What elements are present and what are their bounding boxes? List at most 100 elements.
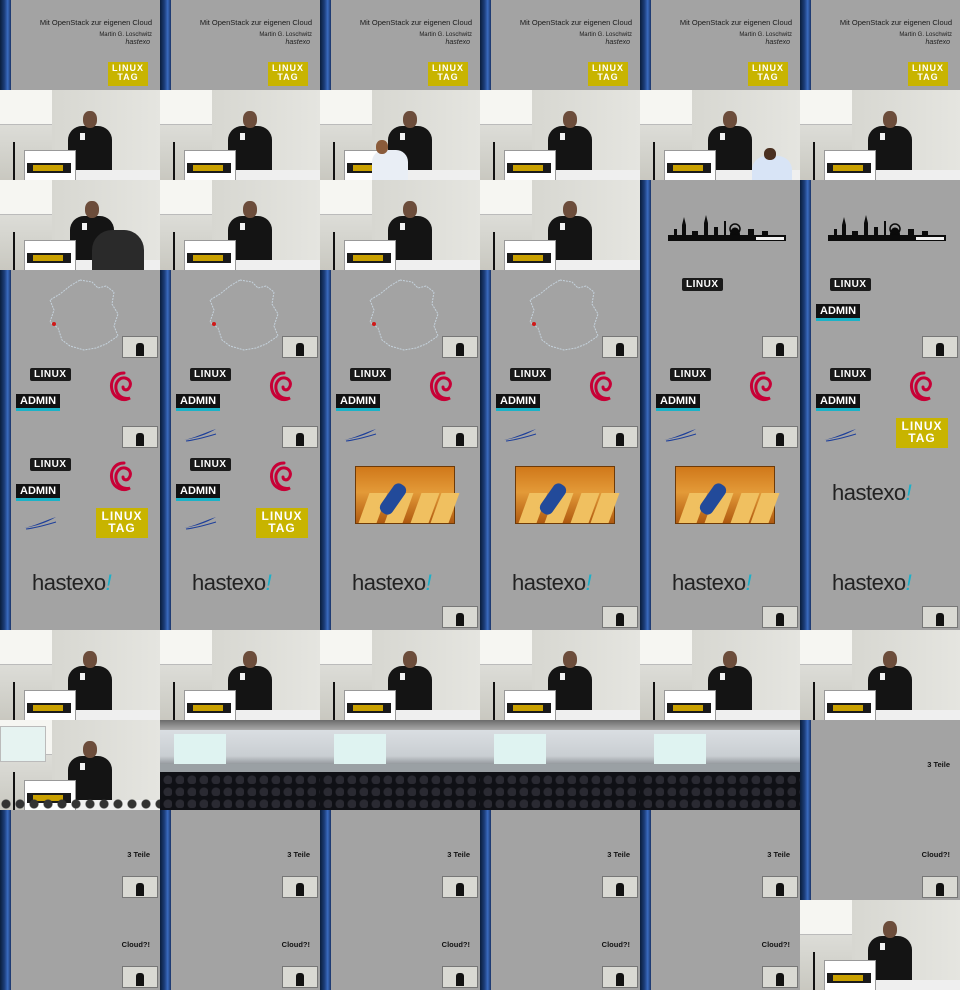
microphone-stand [13, 232, 15, 270]
admin-magazine-logo: ADMIN [816, 304, 861, 321]
microphone-stand [333, 682, 335, 720]
talk-title: Mit OpenStack zur eigenen Cloud [359, 18, 472, 27]
blue-sidebar-stripe [640, 900, 651, 990]
linux-magazine-logo: LINUX [830, 368, 871, 381]
podium-with-sign [824, 690, 876, 720]
sponsor-logos-slide: LINUX ADMIN LINUX TAG [800, 360, 960, 450]
auditorium-photo [640, 720, 800, 810]
blue-sidebar-stripe [640, 180, 651, 270]
speaker-head [723, 111, 737, 128]
debian-swirl-icon [108, 370, 138, 404]
blue-sidebar-stripe [480, 810, 491, 900]
linux-tag-logo: LINUX TAG [256, 508, 308, 538]
debian-swirl-icon [588, 370, 618, 404]
blue-sidebar-stripe [0, 900, 11, 990]
speaker-head [883, 651, 897, 668]
speaker-name: Martin G. Loschwitz [579, 32, 632, 38]
microphone-stand [653, 682, 655, 720]
podium-with-sign [664, 150, 716, 180]
agenda-slide: 3 Teile [320, 810, 480, 900]
debian-swirl-icon [908, 370, 938, 404]
debian-swirl-icon [268, 460, 298, 494]
hastexo-small-logo: hastexo [605, 39, 630, 46]
hastexo-logo-slide: hastexo! [480, 540, 640, 630]
stage-table [396, 260, 480, 270]
speaker-head [85, 201, 99, 218]
linuxtag-podium-sign [827, 163, 871, 173]
stage-photo [800, 630, 960, 720]
podium-with-sign [24, 240, 76, 270]
microphone-stand [333, 232, 335, 270]
microphone-stand [813, 682, 815, 720]
speaker-inset-thumbnail [922, 876, 958, 898]
cloud-question-slide: Cloud?! [480, 900, 640, 990]
projection-screen [654, 734, 706, 764]
title-slide: Mit OpenStack zur eigenen Cloud Martin G.… [480, 0, 640, 90]
auditorium-photo [320, 720, 480, 810]
guest-person [372, 150, 408, 180]
debian-swirl-icon [748, 370, 778, 404]
linux-magazine-logo: LINUX [670, 368, 711, 381]
facts-swoosh-icon [822, 428, 858, 442]
sponsor-logos-slide: LINUX ADMIN [0, 360, 160, 450]
name-badge [400, 223, 405, 230]
admin-magazine-logo: ADMIN [16, 484, 61, 501]
speaker-head [403, 111, 417, 128]
projection-screen [0, 726, 46, 762]
guest-head [376, 140, 388, 154]
linux-magazine-logo: LINUX [830, 278, 871, 291]
stage-photo [640, 630, 800, 720]
microphone-stand [493, 682, 495, 720]
stage-photo [160, 630, 320, 720]
projection-screen [334, 734, 386, 764]
speaker-inset-thumbnail [442, 426, 478, 448]
ceiling-panel [480, 180, 532, 215]
podium-with-sign [504, 150, 556, 180]
speaker-inset-thumbnail [602, 336, 638, 358]
blue-sidebar-stripe [320, 900, 331, 990]
audience-crowd [480, 772, 640, 810]
hastexo-logo: hastexo! [512, 570, 592, 595]
facts-swoosh-icon [662, 428, 698, 442]
linux-tag-logo: LINUX TAG [748, 62, 788, 86]
cloud-question-slide: Cloud?! [0, 900, 160, 990]
blue-sidebar-stripe [800, 270, 811, 360]
name-badge [880, 133, 885, 140]
stage-table [396, 710, 480, 720]
microphone-stand [493, 142, 495, 180]
speaker-inset-thumbnail [122, 876, 158, 898]
speaker-inset-thumbnail [442, 966, 478, 988]
speaker-head [883, 921, 897, 938]
cloud-question-text: Cloud?! [921, 850, 950, 859]
podium-with-sign [184, 150, 236, 180]
speaker-head [563, 111, 577, 128]
germany-outline-map [40, 278, 135, 353]
germany-outline-map [200, 278, 295, 353]
linux-tag-logo: LINUX TAG [96, 508, 148, 538]
podium-with-sign [24, 150, 76, 180]
ceiling-panel [800, 900, 852, 935]
skyline-slide [800, 180, 960, 270]
ceiling-panel [320, 630, 372, 665]
lighting-truss [640, 720, 800, 730]
blue-sidebar-stripe [640, 0, 651, 90]
blue-sidebar-stripe [800, 810, 811, 900]
hastexo-small-logo: hastexo [925, 39, 950, 46]
facts-swoosh-icon [182, 428, 218, 442]
debian-swirl-icon [108, 460, 138, 494]
city-skyline-graphic [668, 213, 786, 241]
ceiling-panel [0, 630, 52, 665]
speaker-head [83, 741, 97, 758]
audience-heads [0, 798, 160, 810]
speaker-inset-thumbnail [122, 336, 158, 358]
cloud-question-text: Cloud?! [281, 940, 310, 949]
admin-magazine-logo: ADMIN [176, 484, 221, 501]
hastexo-logo-slide: hastexo! [320, 540, 480, 630]
stage-table [876, 170, 960, 180]
blue-sidebar-stripe [0, 450, 11, 540]
lighting-truss [160, 720, 320, 730]
talk-title: Mit OpenStack zur eigenen Cloud [679, 18, 792, 27]
podium-with-sign [824, 960, 876, 990]
cloud-question-text: Cloud?! [601, 940, 630, 949]
speaker-inset-thumbnail [602, 966, 638, 988]
